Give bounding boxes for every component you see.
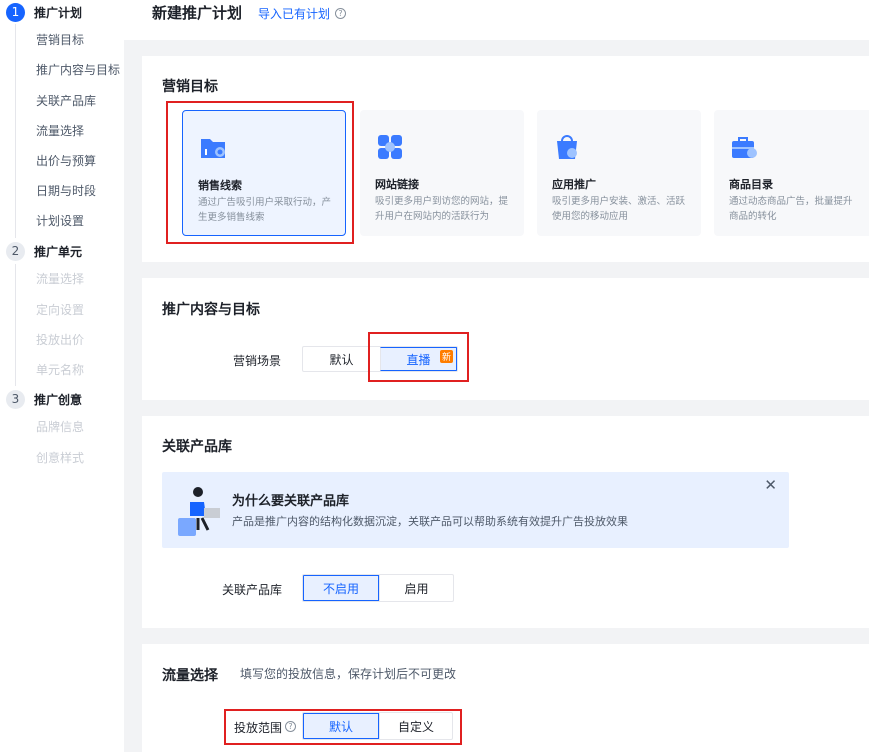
info-banner: 为什么要关联产品库 产品是推广内容的结构化数据沉淀，关联产品可以帮助系统有效提升… (162, 472, 789, 548)
banner-description: 产品是推广内容的结构化数据沉淀，关联产品可以帮助系统有效提升广告投放效果 (232, 515, 628, 528)
scene-label: 营销场景 (233, 354, 282, 368)
sidebar-item-plan-settings[interactable]: 计划设置 (36, 212, 84, 229)
person-laptop-illustration (178, 487, 220, 536)
app-bag-icon (557, 135, 577, 159)
step-2[interactable]: 2 推广单元 (6, 241, 82, 261)
sidebar-item-unit-traffic[interactable]: 流量选择 (36, 270, 84, 287)
section-title: 关联产品库 (162, 439, 232, 455)
step-label: 推广单元 (34, 244, 83, 259)
page-title: 新建推广计划 (152, 4, 243, 22)
highlight-box (166, 101, 354, 244)
goal-description: 吸引更多用户到访您的网站，提升用户在网站内的活跃行为 (375, 196, 509, 222)
goal-name: 商品目录 (729, 178, 773, 191)
sidebar-item-content-target[interactable]: 推广内容与目标 (36, 61, 120, 78)
sidebar-item-creative-style[interactable]: 创意样式 (36, 449, 84, 466)
import-plan-link[interactable]: 导入已有计划 (258, 5, 330, 22)
goal-name: 网站链接 (375, 178, 419, 191)
question-circle-icon[interactable]: ? (335, 8, 346, 19)
sidebar-item-marketing-goal[interactable]: 营销目标 (36, 31, 84, 48)
goal-name: 应用推广 (552, 178, 596, 191)
sidebar-item-brand-info[interactable]: 品牌信息 (36, 418, 84, 435)
goal-description: 吸引更多用户安装、激活、活跃使用您的移动应用 (552, 196, 686, 222)
goal-option-website-link[interactable]: 网站链接 吸引更多用户到访您的网站，提升用户在网站内的活跃行为 (360, 110, 524, 236)
product-library-card: 关联产品库 为什么要关联产品库 产品是推广内容的结构化数据沉淀，关联产品可以帮助… (142, 416, 869, 628)
sidebar-item-traffic[interactable]: 流量选择 (36, 122, 84, 139)
section-title: 营销目标 (162, 79, 218, 95)
step-1[interactable]: 1 推广计划 (6, 2, 82, 22)
page-header: 新建推广计划 导入已有计划 ? (124, 0, 869, 40)
step-label: 推广计划 (34, 5, 83, 20)
step-3[interactable]: 3 推广创意 (6, 389, 82, 409)
sidebar: 1 推广计划 营销目标 推广内容与目标 关联产品库 流量选择 出价与预算 日期与… (0, 0, 124, 752)
highlight-box (368, 332, 469, 382)
sidebar-item-targeting[interactable]: 定向设置 (36, 301, 84, 318)
step-number: 2 (6, 241, 25, 261)
section-title: 流量选择 (162, 668, 218, 684)
step-rail (15, 264, 16, 386)
sidebar-item-product-library[interactable]: 关联产品库 (36, 92, 96, 109)
briefcase-icon (732, 137, 757, 158)
link-grid-icon (378, 135, 402, 159)
product-library-selector: 不启用 启用 (302, 574, 454, 602)
product-library-label: 关联产品库 (222, 583, 283, 597)
sidebar-item-date-time[interactable]: 日期与时段 (36, 182, 96, 199)
content-target-card: 推广内容与目标 营销场景 默认 直播 新 (142, 278, 869, 400)
sidebar-item-unit-name[interactable]: 单元名称 (36, 361, 84, 378)
goal-option-product-catalog[interactable]: 商品目录 通过动态商品广告，批量提升商品的转化 (714, 110, 869, 236)
sidebar-item-bid[interactable]: 投放出价 (36, 331, 84, 348)
step-label: 推广创意 (34, 392, 83, 407)
close-icon[interactable]: ✕ (764, 476, 777, 494)
goal-description: 通过动态商品广告，批量提升商品的转化 (729, 196, 853, 222)
section-title: 推广内容与目标 (162, 302, 260, 318)
step-number: 3 (6, 389, 25, 409)
highlight-box (224, 709, 462, 745)
banner-title: 为什么要关联产品库 (232, 494, 350, 509)
step-rail (15, 24, 16, 238)
goal-option-app-promotion[interactable]: 应用推广 吸引更多用户安装、激活、活跃使用您的移动应用 (537, 110, 701, 236)
step-number: 1 (6, 2, 25, 22)
product-option-enabled[interactable]: 启用 (379, 575, 453, 601)
sidebar-item-bid-budget[interactable]: 出价与预算 (36, 152, 96, 169)
product-option-disabled[interactable]: 不启用 (303, 575, 379, 601)
traffic-hint: 填写您的投放信息，保存计划后不可更改 (240, 667, 457, 681)
